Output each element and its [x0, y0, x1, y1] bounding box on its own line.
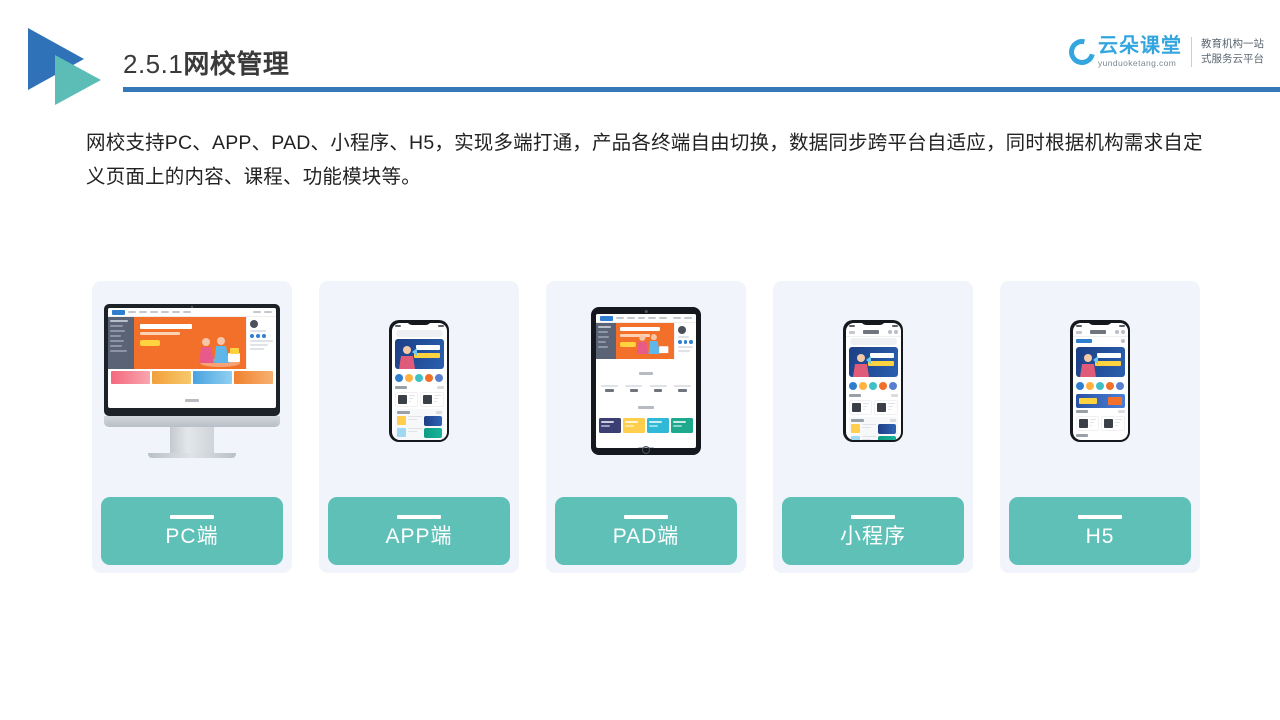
tablet-camera-icon: [644, 310, 648, 313]
section-number: 2.5.1: [123, 49, 184, 79]
platform-label-text: H5: [1085, 525, 1115, 548]
label-dash: [851, 515, 895, 519]
cloud-icon: [1064, 33, 1100, 70]
platform-label-pc[interactable]: PC端: [101, 497, 283, 565]
platform-card-h5[interactable]: H5: [1000, 281, 1200, 573]
imac-icon: [92, 281, 292, 481]
brand-name-cn: 云朵课堂: [1098, 35, 1182, 57]
slide-header: 2.5.1网校管理 云朵课堂 yunduoketang.com 教育机构一站 式…: [0, 0, 1280, 110]
phone-notch: [861, 320, 885, 325]
platform-card-app[interactable]: APP端: [319, 281, 519, 573]
platform-card-list: PC端 APP端 PAD端 小程序 H5: [92, 281, 1200, 573]
brand-tagline-line2: 式服务云平台: [1201, 52, 1264, 65]
platform-label-h5[interactable]: H5: [1009, 497, 1191, 565]
brand-tagline: 教育机构一站 式服务云平台: [1201, 37, 1264, 67]
phone-notch: [1088, 320, 1112, 325]
platform-label-text: 小程序: [840, 525, 906, 548]
platform-card-pad[interactable]: PAD端: [546, 281, 746, 573]
platform-label-text: APP端: [385, 525, 453, 548]
phone-icon: [773, 281, 973, 481]
label-dash: [624, 515, 668, 519]
phone-notch: [407, 320, 431, 325]
pad-screen: [596, 314, 696, 448]
brand-mark: 云朵课堂 yunduoketang.com: [1064, 33, 1182, 70]
brand-domain: yunduoketang.com: [1098, 58, 1177, 68]
phone-icon: [1000, 281, 1200, 481]
slide: 2.5.1网校管理 云朵课堂 yunduoketang.com 教育机构一站 式…: [0, 0, 1280, 720]
double-triangle-play-icon: [28, 28, 124, 106]
platform-label-text: PC端: [165, 525, 219, 548]
page-title: 2.5.1网校管理: [123, 44, 289, 81]
title-underline: [123, 87, 1280, 92]
platform-card-pc[interactable]: PC端: [92, 281, 292, 573]
section-title: 网校管理: [183, 49, 290, 79]
brand-tagline-line1: 教育机构一站: [1201, 37, 1264, 50]
app-screen: [391, 322, 447, 440]
miniprogram-screen: [845, 322, 901, 440]
imac-screen: [108, 308, 276, 408]
phone-icon: [319, 281, 519, 481]
platform-label-pad[interactable]: PAD端: [555, 497, 737, 565]
brand-divider: [1191, 36, 1192, 67]
brand-logo: 云朵课堂 yunduoketang.com 教育机构一站 式服务云平台: [1064, 33, 1264, 70]
tablet-home-button[interactable]: [642, 445, 650, 454]
platform-label-miniprogram[interactable]: 小程序: [782, 497, 964, 565]
brand-wordmark: 云朵课堂 yunduoketang.com: [1098, 36, 1182, 68]
triangle-teal-icon: [55, 55, 101, 105]
platform-card-miniprogram[interactable]: 小程序: [773, 281, 973, 573]
label-dash: [397, 515, 441, 519]
h5-screen: [1072, 322, 1128, 440]
label-dash: [170, 515, 214, 519]
label-dash: [1078, 515, 1122, 519]
platform-label-text: PAD端: [612, 525, 680, 548]
body-paragraph: 网校支持PC、APP、PAD、小程序、H5，实现多端打通，产品各终端自由切换，数…: [86, 132, 1203, 188]
platform-label-app[interactable]: APP端: [328, 497, 510, 565]
tablet-icon: [546, 281, 746, 481]
